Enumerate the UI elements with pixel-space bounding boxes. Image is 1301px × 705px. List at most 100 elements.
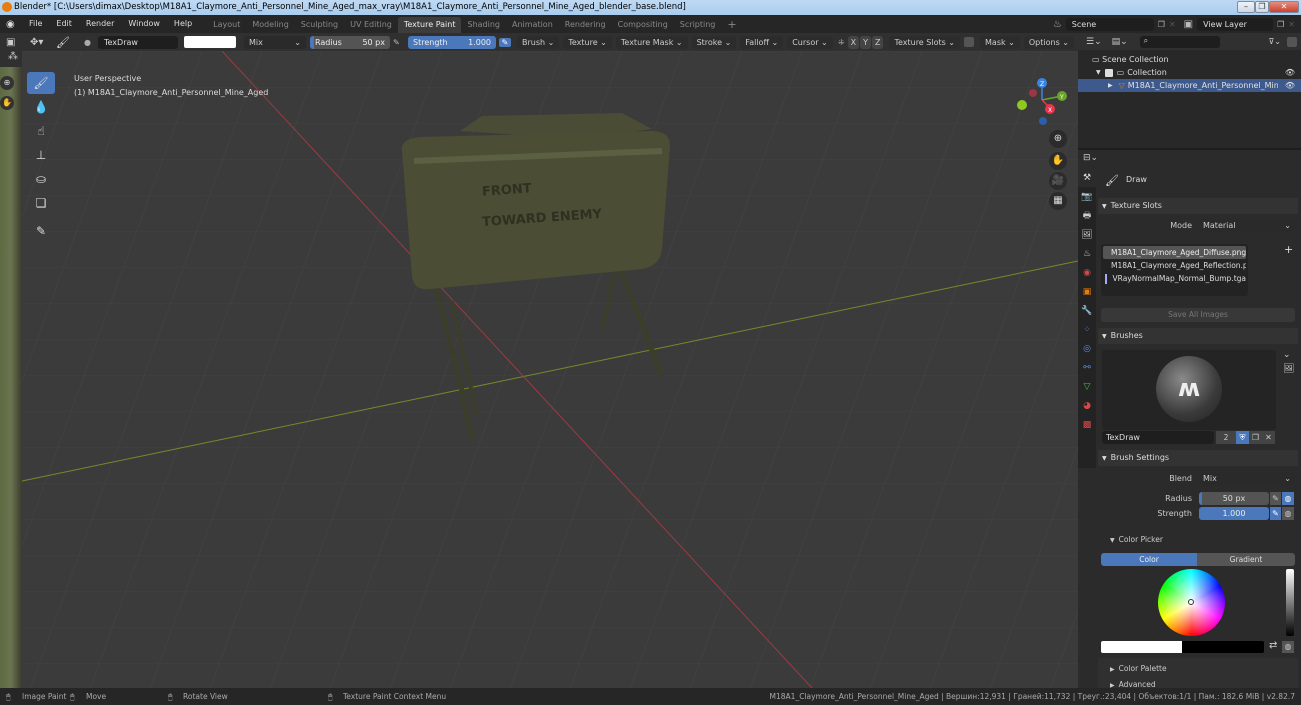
expand-arrow-icon[interactable]: ▼ xyxy=(1096,66,1101,79)
color-picker-subpanel[interactable]: ▼ Color Picker xyxy=(1110,535,1163,544)
tab-texture-paint[interactable]: Texture Paint xyxy=(397,17,462,33)
tab-gradient[interactable]: Gradient xyxy=(1197,553,1295,566)
ortho-toggle-icon[interactable]: ▦ xyxy=(1049,192,1067,210)
tab-texture-icon[interactable]: ▩ xyxy=(1078,415,1096,434)
minimize-button[interactable]: – xyxy=(1237,1,1255,13)
brush-users-count[interactable]: 2 xyxy=(1216,431,1236,444)
editor-type-icon[interactable]: ▣ xyxy=(6,37,24,48)
zoom-view-icon[interactable]: ⊕ xyxy=(1049,130,1067,148)
outliner-object-row[interactable]: ▶ ▽M18A1_Claymore_Anti_Personnel_Mine_Age… xyxy=(1078,79,1301,92)
fill-tool-icon[interactable]: ⛀ xyxy=(27,168,55,190)
smear-tool-icon[interactable]: ☝ xyxy=(27,120,55,142)
close-button[interactable]: ✕ xyxy=(1269,1,1299,13)
tab-color[interactable]: Color xyxy=(1101,553,1197,566)
mirror-y-toggle[interactable]: Y xyxy=(860,35,871,49)
texture-slots-panel-header[interactable]: ▼ Texture Slots xyxy=(1098,198,1298,214)
tab-sculpting[interactable]: Sculpting xyxy=(295,17,344,33)
tab-output-icon[interactable]: 🖶 xyxy=(1078,206,1096,225)
tab-scripting[interactable]: Scripting xyxy=(674,17,722,33)
radius-pressure-icon[interactable]: ✎ xyxy=(393,38,405,47)
tab-animation[interactable]: Animation xyxy=(506,17,559,33)
tab-constraints-icon[interactable]: ⚯ xyxy=(1078,358,1096,377)
brush-preview[interactable]: ʍ xyxy=(1102,350,1276,430)
expand-arrow-icon[interactable]: ▶ xyxy=(1108,79,1113,92)
view-layer-field[interactable]: View Layer xyxy=(1197,17,1274,31)
tab-object-icon[interactable]: ▣ xyxy=(1078,282,1096,301)
texture-slot-item[interactable]: M18A1_Claymore_Aged_Diffuse.png xyxy=(1103,246,1246,259)
menu-edit[interactable]: Edit xyxy=(49,15,79,33)
save-all-images-button[interactable]: Save All Images xyxy=(1101,308,1295,322)
primary-color-swatch[interactable] xyxy=(1101,641,1182,653)
tab-physics-icon[interactable]: ◎ xyxy=(1078,339,1096,358)
outliner-search-input[interactable]: ⌕ xyxy=(1139,35,1220,48)
tab-scene-icon[interactable]: ♨ xyxy=(1078,244,1096,263)
swap-colors-icon[interactable]: ⇄ xyxy=(1269,640,1277,651)
secondary-color-swatch[interactable] xyxy=(1182,641,1264,653)
brush-menu[interactable]: Brush ⌄ xyxy=(517,35,560,49)
clone-tool-icon[interactable]: ⊥ xyxy=(27,144,55,166)
outliner-scene-collection[interactable]: ▭ Scene Collection xyxy=(1078,53,1301,66)
brush-name-field[interactable]: TexDraw xyxy=(1102,431,1214,444)
brush-name-field[interactable]: TexDraw xyxy=(98,35,178,49)
soften-tool-icon[interactable]: 💧 xyxy=(27,96,55,118)
filter-icon[interactable]: ⊽⌄ xyxy=(1268,37,1281,46)
texture-mode-dropdown[interactable]: Material ⌄ xyxy=(1199,219,1295,232)
tab-compositing[interactable]: Compositing xyxy=(612,17,674,33)
options-menu[interactable]: Options ⌄ xyxy=(1023,35,1074,49)
maximize-button[interactable]: ❐ xyxy=(1255,1,1269,13)
tab-tool-icon[interactable]: ⚒ xyxy=(1078,168,1096,187)
annotate-tool-icon[interactable]: ✎ xyxy=(27,220,55,242)
tab-rendering[interactable]: Rendering xyxy=(559,17,612,33)
delete-view-layer-icon[interactable]: ✕ xyxy=(1288,20,1295,29)
delete-scene-icon[interactable]: ✕ xyxy=(1169,20,1176,29)
menu-help[interactable]: Help xyxy=(167,15,199,33)
properties-editor-type-icon[interactable]: ⊟⌄ xyxy=(1083,153,1098,163)
collection-checkbox[interactable] xyxy=(1104,69,1113,77)
unlink-brush-icon[interactable]: ✕ xyxy=(1262,431,1275,444)
stroke-menu[interactable]: Stroke ⌄ xyxy=(691,35,737,49)
add-workspace-button[interactable]: + xyxy=(721,17,742,33)
texture-mask-menu[interactable]: Texture Mask ⌄ xyxy=(615,35,688,49)
color-wheel-cursor[interactable] xyxy=(1188,599,1194,605)
blend-dropdown[interactable]: Mix ⌄ xyxy=(244,35,306,49)
3d-viewport[interactable]: FRONT TOWARD ENEMY User Perspective (1) … xyxy=(22,51,1078,688)
radius-unit-icon[interactable]: ◍ xyxy=(1282,492,1294,505)
cursor-menu[interactable]: Cursor ⌄ xyxy=(787,35,833,49)
tab-world-icon[interactable]: ◉ xyxy=(1078,263,1096,282)
tab-modeling[interactable]: Modeling xyxy=(246,17,294,33)
view-layer-icon[interactable]: ▣ xyxy=(1184,19,1193,30)
brush-color-swatch[interactable] xyxy=(184,36,236,48)
mirror-z-toggle[interactable]: Z xyxy=(871,35,884,49)
duplicate-brush-icon[interactable]: ❐ xyxy=(1249,431,1262,444)
fake-user-shield-icon[interactable]: ⛨ xyxy=(1236,431,1249,444)
tab-modifiers-icon[interactable]: 🔧 xyxy=(1078,301,1096,320)
scene-icon[interactable]: ♨ xyxy=(1053,19,1062,30)
brush-image-icon[interactable]: 🖼 xyxy=(1283,364,1294,374)
visibility-eye-icon[interactable]: 👁 xyxy=(1285,79,1295,92)
texture-menu[interactable]: Texture ⌄ xyxy=(563,35,612,49)
new-collection-icon[interactable] xyxy=(1287,36,1297,47)
navigation-gizmo[interactable]: Z Y X xyxy=(1012,76,1072,136)
add-texture-slot-button[interactable]: + xyxy=(1284,243,1293,256)
radius-slider[interactable]: Radius 50 px xyxy=(310,35,390,49)
radius-slider[interactable]: 50 px xyxy=(1199,492,1269,505)
texture-slots-menu[interactable]: Texture Slots ⌄ xyxy=(889,35,961,49)
camera-view-icon[interactable]: 🎥 xyxy=(1049,172,1067,190)
radius-pressure-icon[interactable]: ✎ xyxy=(1270,492,1281,505)
pan-view-icon[interactable]: ✋ xyxy=(1049,152,1067,170)
strength-slider[interactable]: 1.000 xyxy=(1199,507,1269,520)
scene-field[interactable]: Scene xyxy=(1065,17,1154,31)
falloff-menu[interactable]: Falloff ⌄ xyxy=(740,35,784,49)
tab-data-icon[interactable]: ▽ xyxy=(1078,377,1096,396)
image-editor-strip[interactable] xyxy=(0,67,22,688)
mask-menu[interactable]: Mask ⌄ xyxy=(980,35,1020,49)
tool-icon[interactable]: ✥▾ xyxy=(30,37,56,48)
strength-pressure-icon[interactable]: ✎ xyxy=(499,37,511,47)
menu-window[interactable]: Window xyxy=(121,15,167,33)
visibility-eye-icon[interactable]: 👁 xyxy=(1285,66,1295,79)
display-mode-icon[interactable]: ▤⌄ xyxy=(1112,37,1128,47)
pan-image-icon[interactable]: ✋ xyxy=(0,96,14,110)
brush-settings-panel-header[interactable]: ▼ Brush Settings xyxy=(1098,450,1298,466)
blend-dropdown[interactable]: Mix ⌄ xyxy=(1199,472,1295,485)
value-slider[interactable] xyxy=(1286,569,1294,636)
